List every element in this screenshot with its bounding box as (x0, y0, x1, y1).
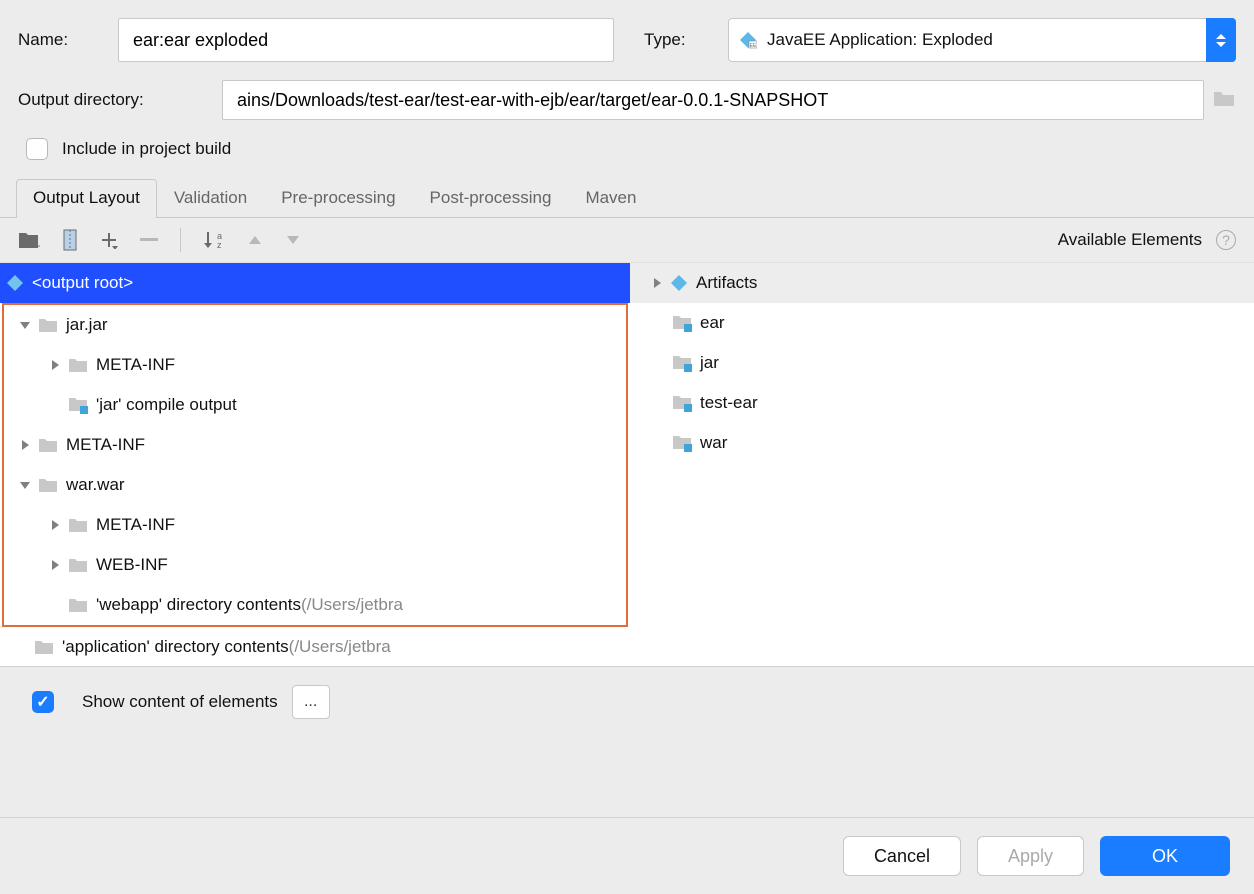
remove-icon[interactable] (140, 238, 158, 242)
toolbar-divider (180, 228, 181, 252)
apply-button[interactable]: Apply (977, 836, 1084, 876)
include-build-checkbox[interactable] (26, 138, 48, 160)
arrow-down-icon[interactable] (18, 482, 32, 489)
ellipsis-button[interactable]: ... (292, 685, 330, 719)
svg-text:+: + (37, 239, 40, 250)
module-icon (68, 396, 88, 414)
arrow-right-icon[interactable] (48, 560, 62, 570)
tab-pre-processing[interactable]: Pre-processing (264, 179, 412, 218)
output-dir-label: Output directory: (18, 90, 222, 110)
arrow-right-icon[interactable] (48, 360, 62, 370)
module-icon (672, 314, 692, 332)
tree-item-webapp[interactable]: 'webapp' directory contents (/Users/jetb… (4, 585, 626, 625)
svg-text:EE: EE (750, 43, 757, 49)
module-icon (672, 434, 692, 452)
output-tree[interactable]: <output root> jar.jar META-INF (0, 263, 630, 666)
tree-item-application[interactable]: 'application' directory contents (/Users… (0, 627, 630, 666)
name-label: Name: (18, 30, 118, 50)
tree-label: <output root> (32, 273, 133, 293)
tree-output-root[interactable]: <output root> (0, 263, 630, 303)
cancel-button[interactable]: Cancel (843, 836, 961, 876)
move-down-icon[interactable] (285, 234, 301, 246)
tree-item-jar-meta[interactable]: META-INF (4, 345, 626, 385)
highlight-box: jar.jar META-INF 'jar' compile output (2, 303, 628, 627)
help-icon[interactable]: ? (1216, 230, 1236, 250)
move-up-icon[interactable] (247, 234, 263, 246)
ok-button[interactable]: OK (1100, 836, 1230, 876)
arrow-down-icon[interactable] (18, 322, 32, 329)
arrow-right-icon[interactable] (650, 278, 664, 288)
available-tree[interactable]: Artifacts ear jar test-ear war (630, 263, 1254, 666)
tab-post-processing[interactable]: Post-processing (413, 179, 569, 218)
type-label: Type: (644, 30, 728, 50)
tab-validation[interactable]: Validation (157, 179, 264, 218)
javaee-icon: EE (739, 31, 757, 49)
tree-module-war[interactable]: war (630, 423, 1254, 463)
tree-item-war-meta[interactable]: META-INF (4, 505, 626, 545)
tab-maven[interactable]: Maven (568, 179, 653, 218)
diamond-icon (670, 274, 688, 292)
new-archive-icon[interactable] (62, 229, 78, 251)
tree-artifacts[interactable]: Artifacts (630, 263, 1254, 303)
tree-module-jar[interactable]: jar (630, 343, 1254, 383)
tree-item-jar[interactable]: jar.jar (4, 305, 626, 345)
arrow-right-icon[interactable] (48, 520, 62, 530)
folder-icon (38, 437, 58, 453)
folder-icon (34, 639, 54, 655)
show-content-checkbox[interactable] (32, 691, 54, 713)
combo-arrows-icon[interactable] (1206, 18, 1236, 62)
tree-item-jar-compile[interactable]: 'jar' compile output (4, 385, 626, 425)
folder-icon (68, 517, 88, 533)
tree-module-ear[interactable]: ear (630, 303, 1254, 343)
type-combo[interactable]: EE JavaEE Application: Exploded (728, 18, 1236, 62)
tabs: Output Layout Validation Pre-processing … (0, 178, 1254, 218)
tab-output-layout[interactable]: Output Layout (16, 179, 157, 218)
arrow-right-icon[interactable] (18, 440, 32, 450)
tree-item-war-web[interactable]: WEB-INF (4, 545, 626, 585)
folder-icon (38, 477, 58, 493)
diamond-icon (6, 274, 24, 292)
name-input[interactable] (118, 18, 614, 62)
show-content-label: Show content of elements (82, 692, 278, 712)
output-dir-input[interactable] (222, 80, 1204, 120)
available-elements-label: Available Elements (1058, 230, 1202, 250)
tree-module-test-ear[interactable]: test-ear (630, 383, 1254, 423)
module-icon (672, 394, 692, 412)
include-build-label: Include in project build (62, 139, 231, 159)
tree-item-meta[interactable]: META-INF (4, 425, 626, 465)
folder-icon (68, 357, 88, 373)
add-icon[interactable] (100, 231, 118, 249)
folder-icon (68, 557, 88, 573)
sort-icon[interactable]: az (203, 229, 225, 251)
browse-folder-icon[interactable] (1212, 88, 1236, 113)
module-icon (672, 354, 692, 372)
type-value: JavaEE Application: Exploded (767, 30, 993, 50)
folder-icon (68, 597, 88, 613)
svg-text:z: z (217, 240, 222, 250)
folder-icon (38, 317, 58, 333)
tree-item-war[interactable]: war.war (4, 465, 626, 505)
new-folder-icon[interactable]: + (18, 230, 40, 250)
